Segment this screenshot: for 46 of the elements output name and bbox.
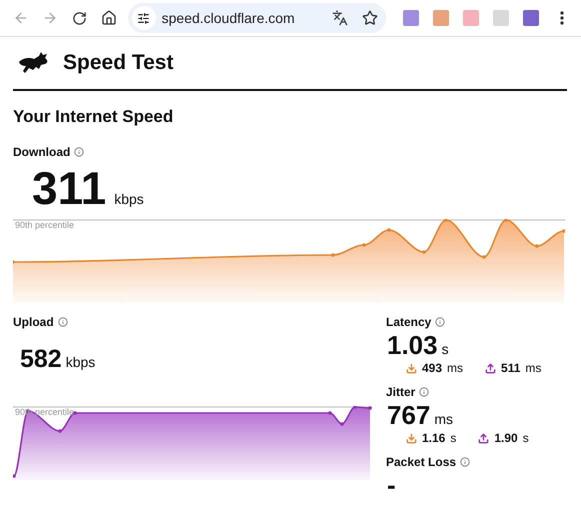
upload-icon: [478, 432, 490, 444]
reload-icon: [72, 10, 88, 26]
metric-value: -: [387, 472, 396, 498]
speed-unit: kbps: [66, 354, 96, 370]
info-icon[interactable]: [435, 317, 446, 327]
percentile-label: 90th percentile: [15, 220, 74, 230]
download-value: 1.16: [422, 431, 446, 445]
upload-value: 511: [501, 361, 520, 375]
section-title: Your Internet Speed: [13, 107, 174, 127]
download-icon: [406, 362, 417, 374]
info-icon[interactable]: [58, 317, 68, 327]
upload-unit: s: [522, 431, 529, 445]
download-speed: 311: [32, 165, 106, 211]
info-icon[interactable]: [460, 457, 470, 467]
bookmark-star-icon[interactable]: [362, 10, 378, 26]
url-text: speed.cloudflare.com: [162, 10, 296, 26]
download-value: 493: [422, 361, 442, 375]
back-arrow-icon: [12, 10, 29, 26]
site-settings-icon[interactable]: [132, 6, 156, 30]
download-unit: ms: [447, 361, 464, 375]
metric-label: Packet Loss: [386, 455, 456, 469]
speed-unit: kbps: [114, 191, 144, 207]
extension-icon[interactable]: [402, 10, 419, 26]
download-icon: [406, 432, 417, 444]
extension-icon[interactable]: [522, 10, 539, 26]
download-unit: s: [450, 431, 456, 445]
metric-value: 767: [387, 402, 430, 428]
home-icon: [100, 10, 117, 26]
metric-label: Latency: [386, 315, 432, 329]
upload-icon: [485, 362, 496, 374]
metric-label: Jitter: [386, 385, 416, 399]
page-title: Speed Test: [63, 51, 174, 75]
metric-label: Upload: [13, 315, 54, 329]
address-bar[interactable]: speed.cloudflare.com: [128, 3, 386, 33]
upload-value: 1.90: [494, 431, 518, 445]
metric-value: 1.03: [387, 332, 438, 358]
translate-icon[interactable]: [332, 10, 348, 26]
upload-speed: 582: [20, 347, 62, 372]
metric-unit: ms: [434, 411, 454, 427]
metric-label: Download: [13, 145, 70, 159]
metric-unit: s: [442, 341, 449, 357]
info-icon[interactable]: [74, 147, 84, 157]
rabbit-icon: [17, 52, 49, 74]
info-icon[interactable]: [419, 387, 430, 397]
upload-unit: ms: [525, 361, 542, 375]
menu-icon: [560, 11, 564, 25]
